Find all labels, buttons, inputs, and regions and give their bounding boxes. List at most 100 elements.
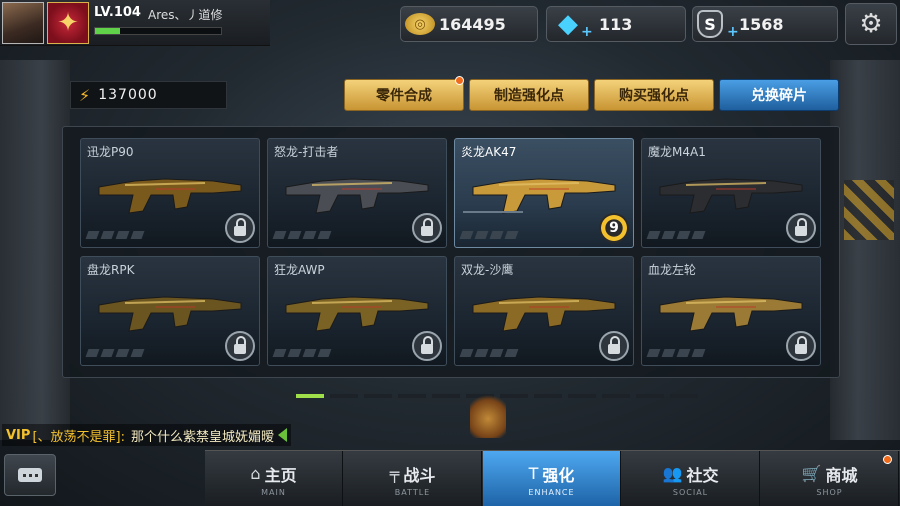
tab-social[interactable]: 👥 社交 SOCIAL <box>622 451 760 506</box>
gun-icon: ╤ <box>389 464 400 483</box>
lock-icon <box>599 331 629 361</box>
weapon-name: 血龙左轮 <box>648 263 697 277</box>
tab-shop[interactable]: 🛒 商城 SHOP <box>761 451 899 506</box>
page-dot[interactable] <box>636 394 664 398</box>
page-dot[interactable] <box>568 394 596 398</box>
star-pips <box>85 231 145 239</box>
page-dot[interactable] <box>364 394 392 398</box>
weapon-image <box>472 296 616 332</box>
player-info-panel[interactable]: ✦ LV.104 Ares、丿道修 <box>0 0 270 46</box>
notification-badge <box>883 455 892 464</box>
weapon-card[interactable]: 狂龙AWP <box>267 256 447 366</box>
add-diamonds-icon[interactable]: + <box>581 24 593 40</box>
page-dot[interactable] <box>330 394 358 398</box>
weapon-card[interactable]: 魔龙M4A1 <box>641 138 821 248</box>
weapon-name: 炎龙AK47 <box>461 145 517 159</box>
page-dot[interactable] <box>670 394 698 398</box>
weapon-image <box>285 296 429 332</box>
home-icon: ⌂ <box>250 464 261 483</box>
tab-sublabel: ENHANCE <box>528 487 575 497</box>
progress-track <box>463 211 523 213</box>
chat-button[interactable] <box>4 454 56 496</box>
xp-bar-fill <box>95 28 121 34</box>
tab-sublabel: SHOP <box>816 487 843 497</box>
tab-sublabel: MAIN <box>261 487 286 497</box>
weapon-card[interactable]: 怒龙-打击者 <box>267 138 447 248</box>
lock-icon <box>225 213 255 243</box>
weapon-card[interactable]: 双龙-沙鹰 <box>454 256 634 366</box>
gold-coin-icon: ◎ <box>405 13 435 35</box>
tab-label: 战斗 <box>403 465 436 485</box>
weapon-name: 狂龙AWP <box>274 263 325 277</box>
page-dot[interactable] <box>432 394 460 398</box>
lock-icon <box>786 331 816 361</box>
weapon-card[interactable]: 盘龙RPK <box>80 256 260 366</box>
lock-icon <box>786 213 816 243</box>
settings-gear-icon[interactable]: ⚙ <box>845 3 897 45</box>
weapon-card[interactable]: 血龙左轮 <box>641 256 821 366</box>
weapon-card[interactable]: 迅龙P90 <box>80 138 260 248</box>
star-pips <box>459 349 519 357</box>
s-point-currency[interactable]: S + 1568 <box>692 6 838 42</box>
lock-icon <box>412 331 442 361</box>
buy-enhance-points-button[interactable]: 购买强化点 <box>594 79 714 111</box>
background-hazard-stripes <box>844 180 894 240</box>
part-synthesis-button[interactable]: 零件合成 <box>344 79 464 111</box>
background-mascot <box>470 390 506 438</box>
enhance-points-display: ⚡ 137000 <box>70 81 227 109</box>
weapon-name: 迅龙P90 <box>87 145 134 159</box>
star-pips <box>646 231 706 239</box>
tab-enhance[interactable]: T 强化 ENHANCE <box>483 451 621 506</box>
weapon-name: 双龙-沙鹰 <box>461 263 514 277</box>
player-name: Ares、丿道修 <box>148 8 223 22</box>
gold-currency[interactable]: ◎ 164495 <box>400 6 538 42</box>
people-icon: 👥 <box>662 464 683 483</box>
tab-label: 社交 <box>686 465 719 485</box>
star-pips <box>85 349 145 357</box>
tab-sublabel: BATTLE <box>394 487 431 497</box>
rank-emblem-icon: ✦ <box>47 2 89 44</box>
make-enhance-points-label: 制造强化点 <box>494 88 564 104</box>
avatar[interactable] <box>2 2 44 44</box>
add-s-points-icon[interactable]: + <box>727 24 739 40</box>
cart-icon: 🛒 <box>801 464 822 483</box>
chat-message: 那个什么紫禁皇城妩媚暧 <box>130 429 274 445</box>
page-dot[interactable] <box>398 394 426 398</box>
weapon-card[interactable]: 炎龙AK47 9 <box>454 138 634 248</box>
exchange-fragments-label: 兑换碎片 <box>751 88 807 104</box>
tab-label: 商城 <box>825 465 858 485</box>
lock-icon <box>225 331 255 361</box>
exchange-fragments-button[interactable]: 兑换碎片 <box>719 79 839 111</box>
s-point-value: 1568 <box>739 14 784 34</box>
xp-bar <box>94 27 222 35</box>
diamond-currency[interactable]: ◆ + 113 <box>546 6 686 42</box>
weapon-image <box>285 178 429 214</box>
weapon-image <box>659 296 803 332</box>
part-synthesis-label: 零件合成 <box>376 88 432 104</box>
s-point-icon: S <box>697 10 723 38</box>
star-pips <box>272 349 332 357</box>
background-wall-left <box>0 60 70 440</box>
lock-icon <box>412 213 442 243</box>
page-dot[interactable] <box>602 394 630 398</box>
tab-battle[interactable]: ╤ 战斗 BATTLE <box>344 451 482 506</box>
weapon-name: 怒龙-打击者 <box>274 145 339 159</box>
diamond-icon: ◆ <box>558 9 578 39</box>
page-dot[interactable] <box>534 394 562 398</box>
chat-sender: [、放荡不是罪]: <box>32 429 125 445</box>
make-enhance-points-button[interactable]: 制造强化点 <box>469 79 589 111</box>
player-level: LV.104 <box>94 5 141 20</box>
tab-label: 强化 <box>542 465 575 485</box>
weapon-image <box>98 296 242 332</box>
weapon-name: 魔龙M4A1 <box>648 145 706 159</box>
chat-bubble-icon <box>18 468 42 482</box>
star-pips <box>459 231 519 239</box>
diamond-value: 113 <box>599 14 633 34</box>
chat-expand-icon[interactable] <box>277 428 287 442</box>
tab-main[interactable]: ⌂ 主页 MAIN <box>205 451 343 506</box>
tab-label: 主页 <box>264 465 297 485</box>
chat-ticker[interactable]: VIP [、放荡不是罪]: 那个什么紫禁皇城妩媚暧 <box>2 424 291 446</box>
page-dot[interactable] <box>296 394 324 398</box>
notification-badge <box>455 76 464 85</box>
gold-value: 164495 <box>439 14 506 34</box>
